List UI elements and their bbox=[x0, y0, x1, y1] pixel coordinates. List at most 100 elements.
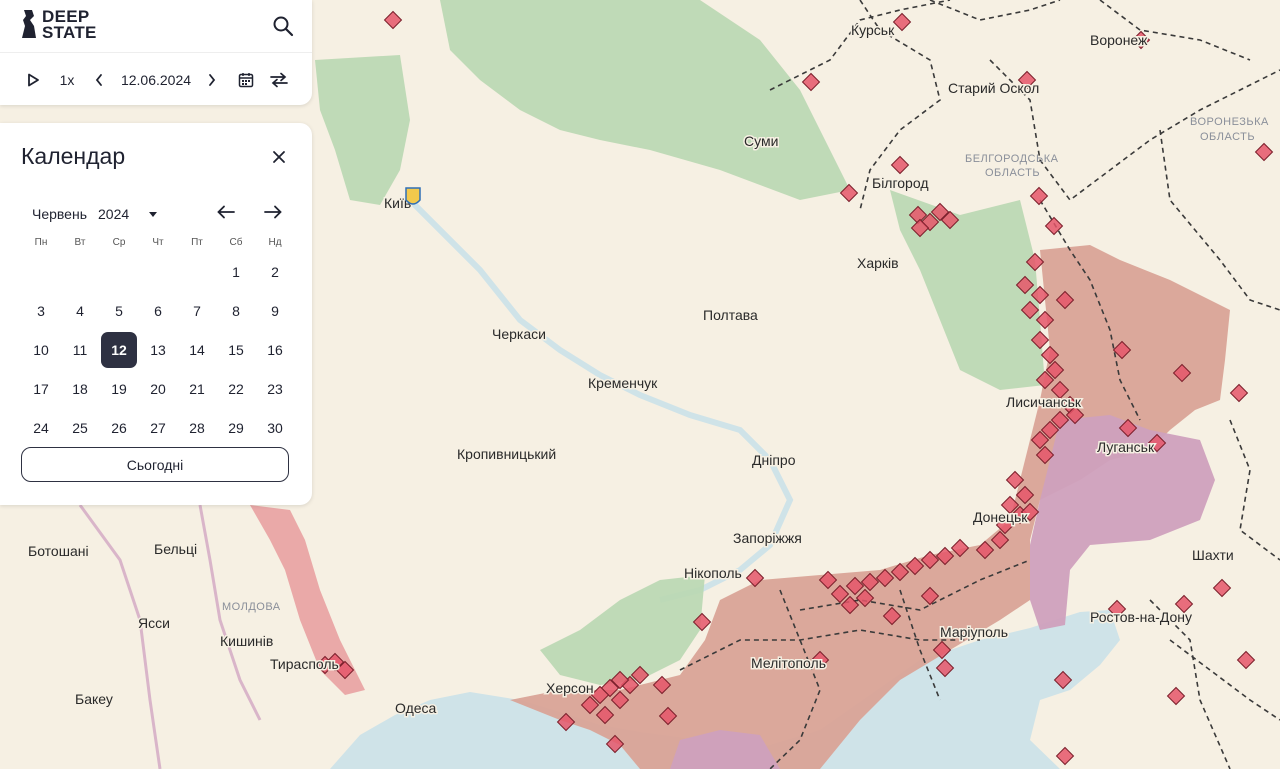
weekday-wed: Ср bbox=[112, 237, 126, 248]
caret-down-icon bbox=[149, 212, 157, 217]
region-voronezh-l2: ОБЛАСТЬ bbox=[1200, 131, 1255, 143]
weekday-sat: Сб bbox=[229, 237, 243, 248]
logo-text: DEEP STATE bbox=[42, 8, 97, 42]
city-poltava[interactable]: Полтава bbox=[702, 306, 760, 325]
calendar-title: Календар bbox=[21, 143, 126, 169]
calendar-day[interactable]: 16 bbox=[257, 332, 293, 368]
city-donetsk[interactable]: Донецьк bbox=[972, 508, 1030, 527]
calendar-day[interactable]: 23 bbox=[257, 371, 293, 407]
calendar-day[interactable]: 12 bbox=[101, 332, 137, 368]
calendar-day[interactable]: 20 bbox=[140, 371, 176, 407]
close-calendar-button[interactable] bbox=[270, 148, 288, 166]
calendar-day[interactable]: 13 bbox=[140, 332, 176, 368]
calendar-day[interactable]: 2 bbox=[257, 254, 293, 290]
weekday-fri: Пт bbox=[191, 237, 203, 248]
calendar-month[interactable]: Червень bbox=[32, 206, 87, 222]
calendar-day[interactable]: 30 bbox=[257, 410, 293, 446]
timeline-controls: 1x 12.06.2024 bbox=[0, 62, 312, 98]
play-button[interactable] bbox=[22, 62, 44, 98]
year-dropdown-button[interactable] bbox=[145, 207, 161, 221]
calendar-day[interactable]: 17 bbox=[23, 371, 59, 407]
calendar-day[interactable]: 26 bbox=[101, 410, 137, 446]
prev-date-button[interactable] bbox=[90, 62, 108, 98]
calendar-day[interactable]: 5 bbox=[101, 293, 137, 329]
panel-divider bbox=[0, 52, 312, 53]
calendar-button[interactable] bbox=[235, 62, 257, 98]
calendar-day[interactable]: 24 bbox=[23, 410, 59, 446]
calendar-day[interactable]: 10 bbox=[23, 332, 59, 368]
calendar-day[interactable]: 4 bbox=[62, 293, 98, 329]
city-beltsi[interactable]: Бельці bbox=[153, 540, 199, 559]
calendar-day[interactable]: 29 bbox=[218, 410, 254, 446]
city-lysychansk[interactable]: Лисичанськ bbox=[1005, 393, 1084, 412]
city-chisinau[interactable]: Кишинів bbox=[219, 632, 275, 651]
next-date-button[interactable] bbox=[203, 62, 221, 98]
city-voronezh[interactable]: Воронеж bbox=[1089, 31, 1150, 50]
calendar-day[interactable]: 22 bbox=[218, 371, 254, 407]
logo-line2: STATE bbox=[42, 23, 97, 42]
city-tiraspol[interactable]: Тирасполь bbox=[269, 655, 341, 674]
city-iasi[interactable]: Ясси bbox=[137, 614, 172, 633]
calendar-day[interactable]: 14 bbox=[179, 332, 215, 368]
calendar-day[interactable]: 25 bbox=[62, 410, 98, 446]
city-kherson[interactable]: Херсон bbox=[545, 679, 596, 698]
speed-button[interactable]: 1x bbox=[54, 62, 80, 98]
city-kharkiv[interactable]: Харків bbox=[856, 254, 901, 273]
calendar-day[interactable]: 27 bbox=[140, 410, 176, 446]
today-button[interactable]: Сьогодні bbox=[21, 447, 289, 482]
search-button[interactable] bbox=[272, 15, 294, 37]
calendar-day[interactable]: 15 bbox=[218, 332, 254, 368]
calendar-day[interactable]: 9 bbox=[257, 293, 293, 329]
calendar-day[interactable]: 8 bbox=[218, 293, 254, 329]
city-sumy[interactable]: Суми bbox=[743, 132, 780, 151]
weekday-sun: Нд bbox=[268, 237, 282, 248]
calendar-day[interactable]: 6 bbox=[140, 293, 176, 329]
region-belgorod-l1: БЕЛГОРОДСЬКА bbox=[965, 153, 1059, 165]
kyiv-capital-icon[interactable] bbox=[405, 187, 421, 205]
city-bacau[interactable]: Бакеу bbox=[74, 690, 115, 709]
next-month-button[interactable] bbox=[262, 203, 284, 221]
compare-button[interactable] bbox=[266, 62, 292, 98]
current-date[interactable]: 12.06.2024 bbox=[116, 62, 196, 98]
weekday-tue: Вт bbox=[74, 237, 86, 248]
region-voronezh-l1: ВОРОНЕЗЬКА bbox=[1190, 116, 1269, 128]
city-dnipro[interactable]: Дніпро bbox=[751, 451, 798, 470]
city-kremenchuk[interactable]: Кременчук bbox=[587, 374, 660, 393]
city-kropyvnytskyi[interactable]: Кропивницький bbox=[456, 445, 558, 464]
city-melitopol[interactable]: Мелітополь bbox=[750, 654, 828, 673]
calendar-icon bbox=[238, 73, 254, 88]
calendar-day[interactable]: 11 bbox=[62, 332, 98, 368]
calendar-day[interactable]: 1 bbox=[218, 254, 254, 290]
calendar-year[interactable]: 2024 bbox=[98, 206, 129, 222]
chevron-left-icon bbox=[95, 74, 102, 86]
city-stary-oskol[interactable]: Старий Оскол bbox=[947, 79, 1041, 98]
city-rostov[interactable]: Ростов-на-Дону bbox=[1089, 608, 1194, 627]
city-botoshani[interactable]: Ботошані bbox=[27, 542, 91, 561]
arrow-right-icon bbox=[264, 205, 282, 219]
city-mariupol[interactable]: Маріуполь bbox=[939, 623, 1010, 642]
city-shakhty[interactable]: Шахти bbox=[1191, 546, 1236, 565]
city-cherkasy[interactable]: Черкаси bbox=[491, 325, 548, 344]
calendar-day[interactable]: 7 bbox=[179, 293, 215, 329]
city-zaporizhzhia[interactable]: Запоріжжя bbox=[732, 529, 804, 548]
calendar-day[interactable]: 21 bbox=[179, 371, 215, 407]
close-icon bbox=[273, 151, 285, 163]
calendar-day[interactable]: 28 bbox=[179, 410, 215, 446]
city-nikopol[interactable]: Нікополь bbox=[683, 564, 744, 583]
weekday-mon: Пн bbox=[34, 237, 48, 248]
calendar-day[interactable]: 19 bbox=[101, 371, 137, 407]
top-panel: DEEP STATE 1x 12.06.2024 bbox=[0, 0, 312, 105]
calendar-day[interactable]: 3 bbox=[23, 293, 59, 329]
weekday-thu: Чт bbox=[152, 237, 164, 248]
arrow-left-icon bbox=[217, 205, 235, 219]
search-icon bbox=[273, 16, 294, 37]
prev-month-button[interactable] bbox=[215, 203, 237, 221]
city-belgorod[interactable]: Білгород bbox=[871, 174, 931, 193]
calendar-day[interactable]: 18 bbox=[62, 371, 98, 407]
city-luhansk[interactable]: Луганськ bbox=[1096, 438, 1157, 457]
city-kursk[interactable]: Курськ bbox=[850, 21, 897, 40]
city-odesa[interactable]: Одеса bbox=[394, 699, 439, 718]
logo-mark-icon bbox=[22, 10, 36, 38]
app-logo[interactable]: DEEP STATE bbox=[20, 8, 97, 42]
play-icon bbox=[28, 73, 39, 87]
